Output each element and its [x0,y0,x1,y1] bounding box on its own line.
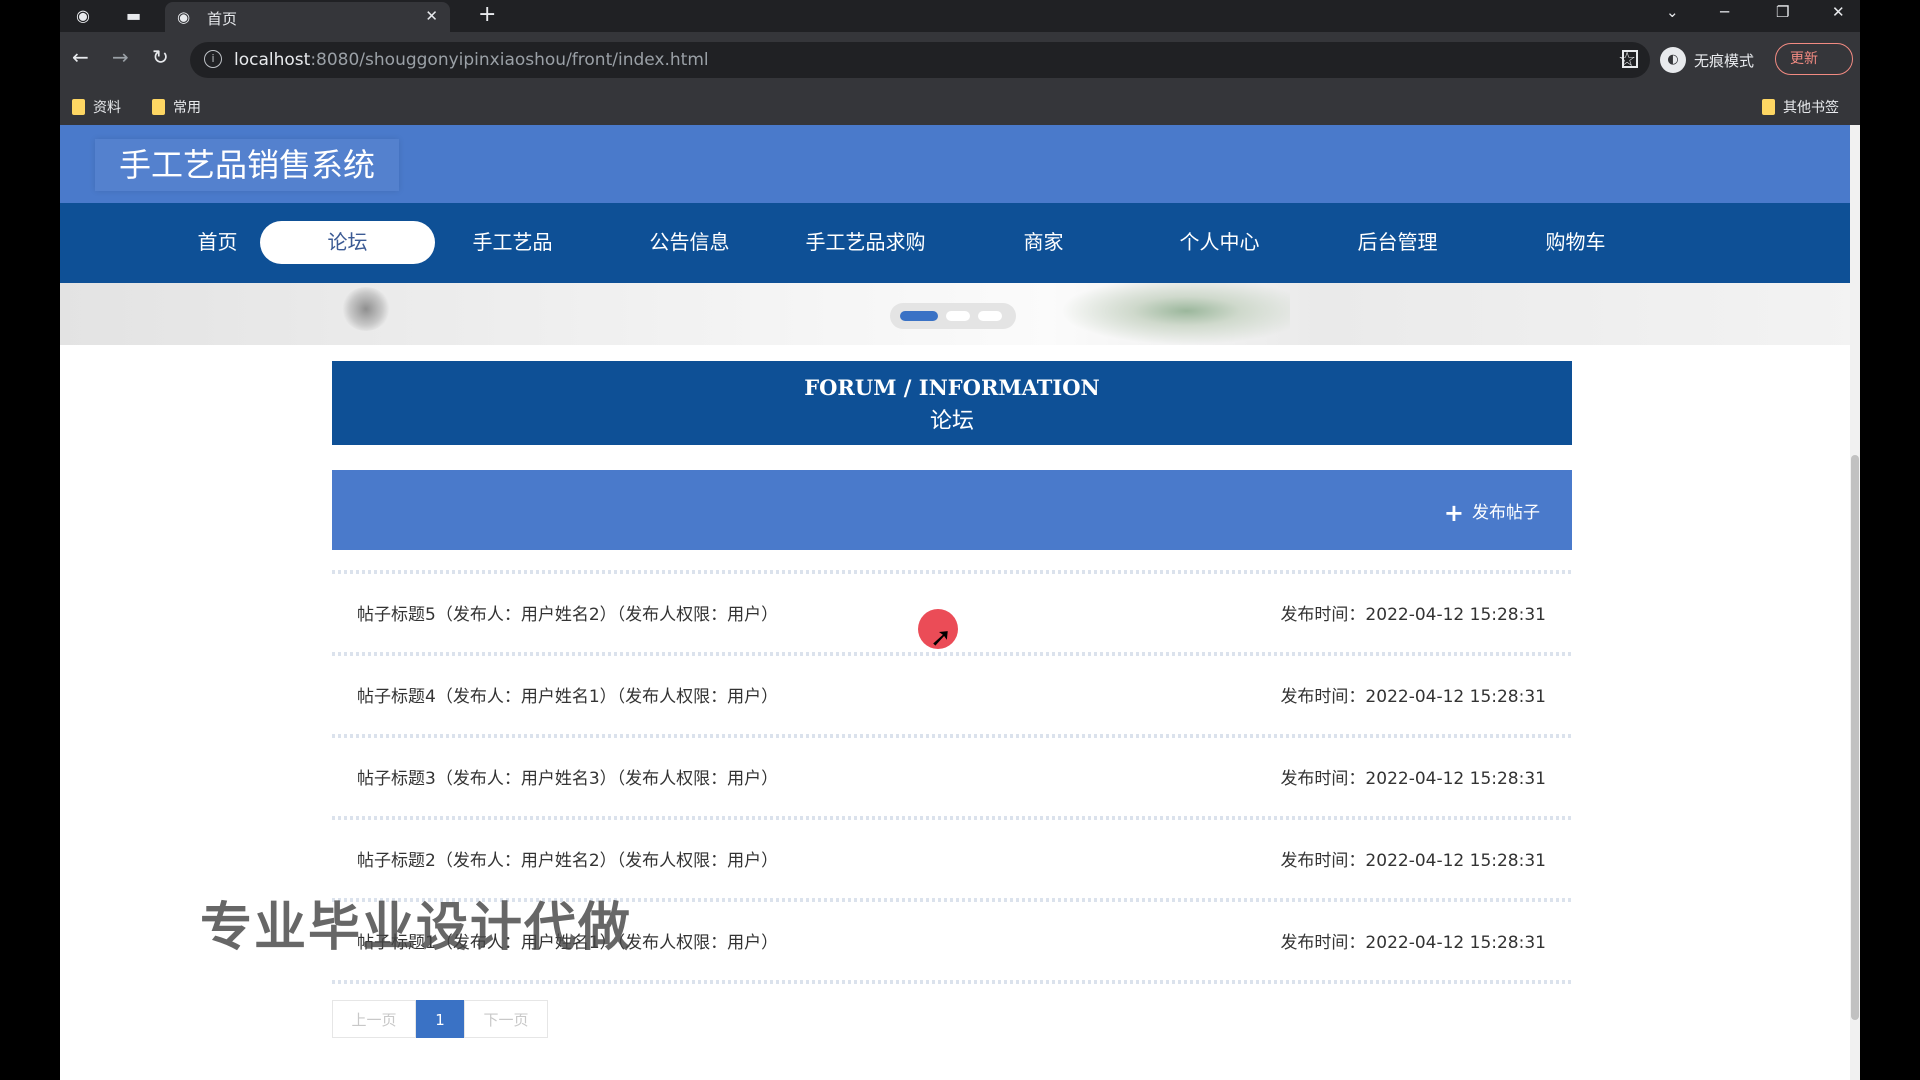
address-bar[interactable]: i localhost:8080/shouggonyipinxiaoshou/f… [190,42,1650,78]
section-heading-zh: 论坛 [929,409,974,434]
other-bookmarks[interactable]: 其他书签 [1762,97,1839,117]
browser-toolbar: ← → ↻ i localhost:8080/shouggonyipinxiao… [60,32,1860,89]
globe-icon[interactable]: ◉ [76,6,90,26]
post-title[interactable]: 帖子标题3（发布人：用户姓名3）（发布人权限：用户） [357,764,778,789]
incognito-label[interactable]: 无痕模式 [1694,50,1754,71]
nav-item-notices[interactable]: 公告信息 [602,221,777,264]
tab-strip: ◉ ▬ ◉ 首页 ✕ + ⌄ ─ ❐ ✕ [60,0,1860,32]
post-time: 发布时间：2022-04-12 15:28:31 [1280,933,1546,953]
next-page-button[interactable]: 下一页 [464,1000,548,1038]
url-text[interactable]: localhost:8080/shouggonyipinxiaoshou/fro… [234,50,709,70]
bookmark-folder-changyong[interactable]: 常用 [152,97,201,117]
list-item[interactable]: 帖子标题3（发布人：用户姓名3）（发布人权限：用户） 发布时间：2022-04-… [332,738,1572,816]
back-icon[interactable]: ← [72,45,89,69]
publish-post-button[interactable]: + 发布帖子 [1444,498,1540,527]
nav-item-merchants[interactable]: 商家 [956,221,1131,264]
carousel-dot[interactable] [978,311,1002,321]
bookmarks-bar: 资料 常用 其他书签 [60,89,1860,125]
tab-close-icon[interactable]: ✕ [425,7,438,25]
post-time: 发布时间：2022-04-12 15:28:31 [1280,605,1546,625]
minimize-icon[interactable]: ─ [1720,3,1729,21]
page-scrollbar[interactable] [1850,125,1860,1080]
section-heading: FORUM / INFORMATION 论坛 [332,361,1572,445]
post-time: 发布时间：2022-04-12 15:28:31 [1280,687,1546,707]
incognito-icon[interactable]: ◐ [1660,47,1686,73]
banner-carousel[interactable] [60,283,1860,345]
nav-item-handicrafts[interactable]: 手工艺品 [425,221,600,264]
nav-item-cart[interactable]: 购物车 [1488,221,1663,264]
banner-flowers [1060,283,1290,345]
carousel-indicators [890,303,1016,329]
divider [332,980,1572,984]
restore-icon[interactable]: ❐ [1776,3,1789,21]
new-tab-icon[interactable]: + [478,2,496,27]
close-window-icon[interactable]: ✕ [1832,3,1845,21]
site-title[interactable]: 手工艺品销售系统 [95,139,400,191]
scrollbar-thumb[interactable] [1851,455,1859,1020]
carousel-dot-active[interactable] [900,311,938,321]
web-page: 手工艺品销售系统 首页 论坛 手工艺品 公告信息 手工艺品求购 商家 个人中心 … [60,125,1860,1080]
post-title[interactable]: 帖子标题2（发布人：用户姓名2）（发布人权限：用户） [357,846,778,871]
prev-page-button[interactable]: 上一页 [332,1000,416,1038]
folder-icon [1762,99,1775,115]
section-heading-en: FORUM / INFORMATION [804,375,1100,400]
nav-item-purchase-requests[interactable]: 手工艺品求购 [778,221,953,264]
side-panel-icon[interactable] [1622,50,1638,68]
list-item[interactable]: 帖子标题4（发布人：用户姓名1）（发布人权限：用户） 发布时间：2022-04-… [332,656,1572,734]
post-time: 发布时间：2022-04-12 15:28:31 [1280,851,1546,871]
folder-icon [152,99,165,115]
tab-search-icon[interactable]: ⌄ [1666,3,1679,21]
browser-window: ◉ ▬ ◉ 首页 ✕ + ⌄ ─ ❐ ✕ ← → ↻ i localhost:8… [60,0,1860,1080]
tab-title: 首页 [207,10,238,28]
tab-active[interactable]: ◉ 首页 ✕ [165,2,450,32]
main-nav: 首页 论坛 手工艺品 公告信息 手工艺品求购 商家 个人中心 后台管理 购物车 [60,203,1860,283]
post-title[interactable]: 帖子标题4（发布人：用户姓名1）（发布人权限：用户） [357,682,778,707]
forward-icon[interactable]: → [112,45,129,69]
plus-icon: + [1443,499,1464,527]
mouse-cursor-icon: ➚ [930,623,952,653]
bookmark-folder-ziliao[interactable]: 资料 [72,97,121,117]
reload-icon[interactable]: ↻ [152,45,169,69]
tab-groups-icon[interactable]: ▬ [126,6,141,26]
page-1-button[interactable]: 1 [416,1000,464,1038]
post-time: 发布时间：2022-04-12 15:28:31 [1280,769,1546,789]
carousel-dot[interactable] [946,311,970,321]
tab-favicon-icon: ◉ [177,8,191,26]
folder-icon [72,99,85,115]
site-info-icon[interactable]: i [204,50,222,68]
banner-decoration [342,287,390,331]
post-title[interactable]: 帖子标题5（发布人：用户姓名2）（发布人权限：用户） [357,600,778,625]
watermark-text: 专业毕业设计代做 [200,898,633,958]
site-header: 手工艺品销售系统 [60,125,1860,203]
update-button[interactable]: 更新⋮ [1775,43,1853,75]
nav-item-admin[interactable]: 后台管理 [1310,221,1485,264]
nav-item-personal-center[interactable]: 个人中心 [1132,221,1307,264]
nav-item-forum[interactable]: 论坛 [260,221,435,264]
post-toolbar: + 发布帖子 [332,470,1572,550]
